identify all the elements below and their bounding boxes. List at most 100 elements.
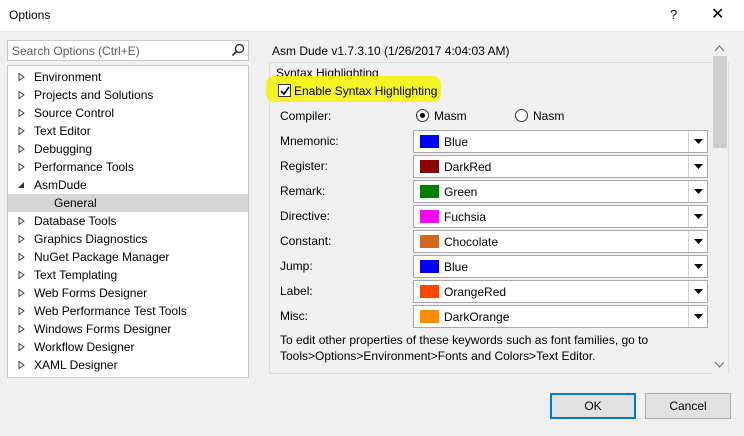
note-line-2: Tools>Options>Environment>Fonts and Colo… bbox=[280, 349, 596, 363]
color-dropdown-value: OrangeRed bbox=[444, 285, 507, 299]
color-dropdown[interactable]: DarkOrange bbox=[413, 305, 708, 328]
scroll-down-arrow-icon[interactable] bbox=[715, 362, 724, 368]
tree-item-label: Windows Forms Designer bbox=[34, 322, 172, 336]
collapsed-triangle-icon[interactable] bbox=[18, 343, 25, 351]
nasm-radio-label: Nasm bbox=[533, 109, 565, 123]
collapsed-triangle-icon[interactable] bbox=[18, 163, 25, 171]
collapsed-triangle-icon[interactable] bbox=[18, 109, 25, 117]
collapsed-triangle-icon[interactable] bbox=[18, 253, 25, 261]
color-dropdown-value: Blue bbox=[444, 135, 469, 149]
tree-item-label: Debugging bbox=[34, 142, 93, 156]
color-swatch bbox=[420, 260, 439, 273]
tree-item[interactable]: Web Forms Designer bbox=[8, 284, 248, 302]
collapsed-triangle-icon[interactable] bbox=[18, 73, 25, 81]
scroll-thumb[interactable] bbox=[713, 56, 727, 148]
chevron-down-icon bbox=[694, 214, 703, 219]
dropdown-button[interactable] bbox=[688, 256, 707, 277]
color-dropdown-value: Blue bbox=[444, 260, 469, 274]
tree-item-label: AsmDude bbox=[34, 178, 87, 192]
tree-item-label: Environment bbox=[34, 70, 102, 84]
tree-item[interactable]: XAML Designer bbox=[8, 356, 248, 374]
dropdown-button[interactable] bbox=[688, 181, 707, 202]
close-button[interactable]: ✕ bbox=[711, 4, 724, 23]
collapsed-triangle-icon[interactable] bbox=[18, 271, 25, 279]
collapsed-triangle-icon[interactable] bbox=[18, 235, 25, 243]
color-dropdown[interactable]: Blue bbox=[413, 130, 708, 153]
masm-radio-label: Masm bbox=[434, 109, 467, 123]
color-dropdown[interactable]: Green bbox=[413, 180, 708, 203]
color-swatch bbox=[420, 160, 439, 173]
collapsed-triangle-icon[interactable] bbox=[18, 217, 25, 225]
tree-item-label: Graphics Diagnostics bbox=[34, 232, 148, 246]
color-swatch bbox=[420, 210, 439, 223]
color-setting-label: Misc: bbox=[280, 309, 308, 323]
color-dropdown[interactable]: DarkRed bbox=[413, 155, 708, 178]
chevron-down-icon bbox=[694, 164, 703, 169]
collapsed-triangle-icon[interactable] bbox=[18, 361, 25, 369]
cancel-button[interactable]: Cancel bbox=[645, 393, 731, 419]
color-setting-label: Jump: bbox=[280, 259, 313, 273]
collapsed-triangle-icon[interactable] bbox=[18, 127, 25, 135]
nasm-radio[interactable] bbox=[515, 109, 528, 122]
color-dropdown-value: Fuchsia bbox=[444, 210, 487, 224]
compiler-label: Compiler: bbox=[280, 109, 332, 123]
tree-item[interactable]: Environment bbox=[8, 68, 248, 86]
title-bar: Options ? ✕ bbox=[0, 0, 744, 32]
dropdown-button[interactable] bbox=[688, 306, 707, 327]
enable-syntax-highlighting-label: Enable Syntax Highlighting bbox=[294, 84, 438, 98]
panel-scrollbar[interactable] bbox=[711, 40, 728, 374]
tree-item-label: Web Forms Designer bbox=[34, 286, 148, 300]
color-dropdown[interactable]: Blue bbox=[413, 255, 708, 278]
ok-button[interactable]: OK bbox=[550, 393, 636, 419]
scroll-up-arrow-icon[interactable] bbox=[715, 45, 724, 51]
tree-item[interactable]: Performance Tools bbox=[8, 158, 248, 176]
collapsed-triangle-icon[interactable] bbox=[18, 91, 25, 99]
tree-item[interactable]: Source Control bbox=[8, 104, 248, 122]
color-setting-label: Mnemonic: bbox=[280, 134, 339, 148]
tree-item[interactable]: Database Tools bbox=[8, 212, 248, 230]
help-button[interactable]: ? bbox=[670, 7, 677, 22]
tree-item-label: Projects and Solutions bbox=[34, 88, 154, 102]
collapsed-triangle-icon[interactable] bbox=[18, 289, 25, 297]
collapsed-triangle-icon[interactable] bbox=[18, 145, 25, 153]
extension-version-header: Asm Dude v1.7.3.10 (1/26/2017 4:04:03 AM… bbox=[272, 44, 510, 58]
color-swatch bbox=[420, 135, 439, 148]
color-dropdown[interactable]: Fuchsia bbox=[413, 205, 708, 228]
color-dropdown[interactable]: Chocolate bbox=[413, 230, 708, 253]
tree-item-label: Text Templating bbox=[34, 268, 118, 282]
tree-item[interactable]: AsmDude bbox=[8, 176, 248, 194]
search-options-box[interactable] bbox=[7, 40, 249, 61]
collapsed-triangle-icon[interactable] bbox=[18, 325, 25, 333]
dropdown-button[interactable] bbox=[688, 131, 707, 152]
color-swatch bbox=[420, 185, 439, 198]
tree-item-label: Web Performance Test Tools bbox=[34, 304, 187, 318]
options-tree[interactable]: Environment Projects and Solutions Source … bbox=[7, 65, 249, 378]
dropdown-button[interactable] bbox=[688, 231, 707, 252]
search-icon[interactable] bbox=[231, 43, 245, 57]
tree-item[interactable]: General bbox=[8, 194, 248, 212]
tree-item-label: Source Control bbox=[34, 106, 115, 120]
masm-radio[interactable] bbox=[416, 109, 429, 122]
tree-item-label: Text Editor bbox=[34, 124, 91, 138]
tree-item[interactable]: Graphics Diagnostics bbox=[8, 230, 248, 248]
tree-item[interactable]: Text Editor bbox=[8, 122, 248, 140]
tree-item[interactable]: Web Performance Test Tools bbox=[8, 302, 248, 320]
color-dropdown-value: Green bbox=[444, 185, 478, 199]
tree-item-label: General bbox=[54, 196, 97, 210]
dropdown-button[interactable] bbox=[688, 206, 707, 227]
color-dropdown[interactable]: OrangeRed bbox=[413, 280, 708, 303]
dropdown-button[interactable] bbox=[688, 156, 707, 177]
collapsed-triangle-icon[interactable] bbox=[18, 307, 25, 315]
tree-item[interactable]: NuGet Package Manager bbox=[8, 248, 248, 266]
expanded-triangle-icon[interactable] bbox=[18, 181, 25, 189]
checkmark-icon bbox=[280, 86, 290, 96]
search-input[interactable] bbox=[12, 43, 222, 58]
tree-item[interactable]: Debugging bbox=[8, 140, 248, 158]
tree-item[interactable]: Projects and Solutions bbox=[8, 86, 248, 104]
tree-item[interactable]: Text Templating bbox=[8, 266, 248, 284]
tree-item[interactable]: Workflow Designer bbox=[8, 338, 248, 356]
color-swatch bbox=[420, 285, 439, 298]
dropdown-button[interactable] bbox=[688, 281, 707, 302]
tree-item[interactable]: Windows Forms Designer bbox=[8, 320, 248, 338]
enable-syntax-highlighting-checkbox[interactable] bbox=[278, 84, 291, 97]
